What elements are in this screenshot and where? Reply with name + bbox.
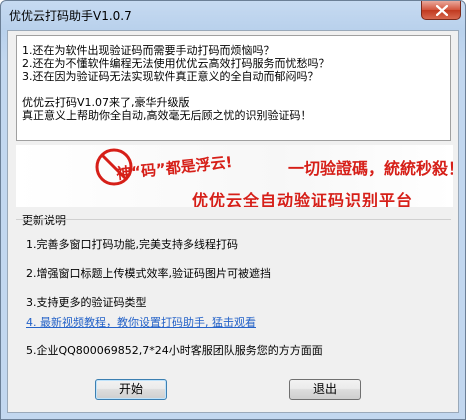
close-icon [436, 5, 448, 16]
start-button[interactable]: 开始 [95, 379, 167, 400]
title-bar[interactable]: 优优云打码助手V1.0.7 [1, 1, 465, 29]
intro-textbox[interactable]: 1.还在为软件出现验证码而需要手动打码而烦恼吗？ 2.还在为不懂软件编程无法使用… [16, 35, 451, 141]
update-item: 5.企业QQ800069852,7*24小时客服团队服务您的方方面面 [26, 344, 323, 357]
tagline: 真正意义上帮助你全自动,高效毫无后顾之忧的识别验证码！ [22, 109, 312, 122]
banner-platform-text: 优优云全自动验证码识别平台 [192, 191, 414, 207]
video-tutorial-link[interactable]: 4. 最新视频教程，教你设置打码助手, 猛击观看 [26, 314, 256, 330]
update-notes-title: 更新说明 [22, 214, 66, 227]
banner-right-text: 一切验證碼，統統秒殺！ [288, 159, 453, 178]
release-line: 优优云打码V1.07来了,豪华升级版 [22, 96, 190, 109]
app-window: 优优云打码助手V1.0.7 1.还在为软件出现验证码而需要手动打码而烦恼吗？ 2… [0, 0, 466, 420]
intro-line: 2.还在为不懂软件编程无法使用优优云高效打码服务而忧愁吗？ [22, 57, 330, 70]
update-item: 2.增强窗口标题上传模式效率,验证码图片可被遮挡 [26, 267, 271, 280]
update-item: 1.完善多窗口打码功能,完美支持多线程打码 [26, 238, 238, 251]
promo-banner: 神“码”都是浮云! 一切验證碼，統統秒殺！ 优优云全自动验证码识别平台 [16, 145, 453, 207]
divider [16, 219, 451, 220]
intro-line: 1.还在为软件出现验证码而需要手动打码而烦恼吗？ [22, 44, 275, 57]
window-title: 优优云打码助手V1.0.7 [9, 9, 132, 23]
update-item: 3.支持更多的验证码类型 [26, 296, 147, 309]
dialog-body: 1.还在为软件出现验证码而需要手动打码而烦恼吗？ 2.还在为不懂软件编程无法使用… [7, 30, 459, 413]
close-button[interactable] [421, 1, 461, 20]
exit-button[interactable]: 退出 [289, 379, 361, 400]
intro-line: 3.还在因为验证码无法实现软件真正意义的全自动而郁闷吗？ [22, 70, 319, 83]
